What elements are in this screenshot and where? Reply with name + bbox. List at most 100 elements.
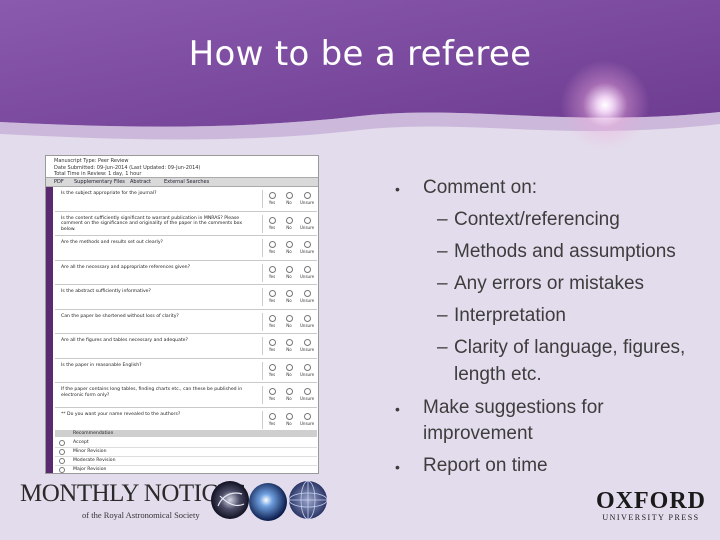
option-label: Yes [268,322,276,328]
grid-sphere-emblem [288,480,328,520]
tab-pdf[interactable]: PDF [54,179,64,185]
radio-button[interactable] [303,192,311,199]
bullet-marker: • [395,459,400,475]
option-unsure[interactable]: Unsure [300,289,314,303]
option-no[interactable]: No [282,289,296,303]
option-yes[interactable]: Yes [265,363,279,377]
bullet-marker: • [395,401,400,417]
radio-button[interactable] [268,241,276,248]
radio-button[interactable] [303,314,311,322]
option-unsure[interactable]: Unsure [300,387,314,401]
radio-button[interactable] [285,216,293,224]
radio-button[interactable] [285,412,293,420]
option-yes[interactable]: Yes [265,216,279,230]
tab-supplementary-files[interactable]: Supplementary Files [74,179,125,185]
answer-options: Yes No Unsure [262,214,318,233]
radio-button[interactable] [268,314,276,322]
option-unsure[interactable]: Unsure [300,338,314,352]
recommendation-option[interactable]: Major Revision [55,465,317,473]
option-unsure[interactable]: Unsure [300,191,314,205]
radio-button[interactable] [285,241,293,248]
radio-button[interactable] [268,363,276,371]
radio-button[interactable] [303,216,311,224]
radio-button[interactable] [285,339,293,346]
radio-button[interactable] [285,314,293,322]
question-text: Are all the necessary and appropriate re… [61,264,191,270]
bullet-text: Interpretation [454,305,566,326]
answer-options: Yes No Unsure [262,288,318,306]
option-label: No [286,224,292,230]
question-row: Is the paper in reasonable English? Yes … [55,359,317,383]
radio-button[interactable] [303,339,311,346]
radio-button[interactable] [285,388,293,395]
radio-button[interactable] [59,440,65,446]
option-no[interactable]: No [282,412,296,426]
option-yes[interactable]: Yes [265,265,279,279]
option-no[interactable]: No [282,387,296,401]
option-yes[interactable]: Yes [265,289,279,303]
radio-button[interactable] [303,241,311,248]
option-yes[interactable]: Yes [265,240,279,254]
question-row: Are all the figures and tables necessary… [55,334,317,359]
question-text: Is the subject appropriate for the journ… [61,191,157,196]
option-yes[interactable]: Yes [265,387,279,401]
radio-button[interactable] [268,265,276,273]
option-label: Yes [268,273,276,279]
question-list: Is the subject appropriate for the journ… [55,187,317,432]
option-no[interactable]: No [282,314,296,328]
radio-button[interactable] [285,265,293,273]
radio-button[interactable] [285,290,293,297]
radio-button[interactable] [268,412,276,420]
option-label: Yes [268,371,276,377]
mnras-subtitle: of the Royal Astronomical Society [82,510,200,520]
option-no[interactable]: No [282,363,296,377]
radio-button[interactable] [268,290,276,297]
option-unsure[interactable]: Unsure [300,412,314,426]
bullet-text: Report on time [423,455,548,476]
radio-button[interactable] [268,216,276,224]
option-unsure[interactable]: Unsure [300,216,314,230]
radio-button[interactable] [268,388,276,395]
option-no[interactable]: No [282,240,296,254]
option-no[interactable]: No [282,338,296,352]
form-side-stripe [46,187,53,473]
slide-header: How to be a referee [0,0,720,150]
question-row: Are all the necessary and appropriate re… [55,261,317,285]
radio-button[interactable] [303,290,311,297]
option-unsure[interactable]: Unsure [300,265,314,279]
radio-button[interactable] [285,192,293,199]
option-label: No [286,420,292,426]
radio-button[interactable] [303,388,311,395]
option-unsure[interactable]: Unsure [300,363,314,377]
option-yes[interactable]: Yes [265,338,279,352]
radio-button[interactable] [268,192,276,199]
mnras-logo: MONTHLY NOTICES of the Royal Astronomica… [20,480,246,525]
radio-button[interactable] [303,412,311,420]
option-yes[interactable]: Yes [265,314,279,328]
radio-button[interactable] [59,449,65,455]
bullet-marker: – [437,337,448,358]
option-no[interactable]: No [282,216,296,230]
radio-button[interactable] [303,363,311,371]
option-label: No [286,200,292,205]
radio-button[interactable] [268,339,276,346]
radio-button[interactable] [59,467,65,473]
manuscript-meta: Manuscript Type: Peer Review Date Submit… [54,158,200,178]
radio-button[interactable] [59,458,65,464]
option-no[interactable]: No [282,265,296,279]
option-yes[interactable]: Yes [265,191,279,205]
question-text: Are the methods and results set out clea… [61,240,163,245]
tab-abstract[interactable]: Abstract [130,179,151,185]
question-text: Are all the figures and tables necessary… [61,338,188,343]
option-yes[interactable]: Yes [265,412,279,426]
option-unsure[interactable]: Unsure [300,314,314,328]
tab-external-searches[interactable]: External Searches [164,179,209,185]
option-label: No [286,322,292,328]
option-no[interactable]: No [282,191,296,205]
galaxy-emblem [211,481,249,519]
radio-button[interactable] [285,363,293,371]
bullet-marker: – [437,305,448,326]
option-label: Yes [268,347,276,352]
option-unsure[interactable]: Unsure [300,240,314,254]
radio-button[interactable] [303,265,311,273]
